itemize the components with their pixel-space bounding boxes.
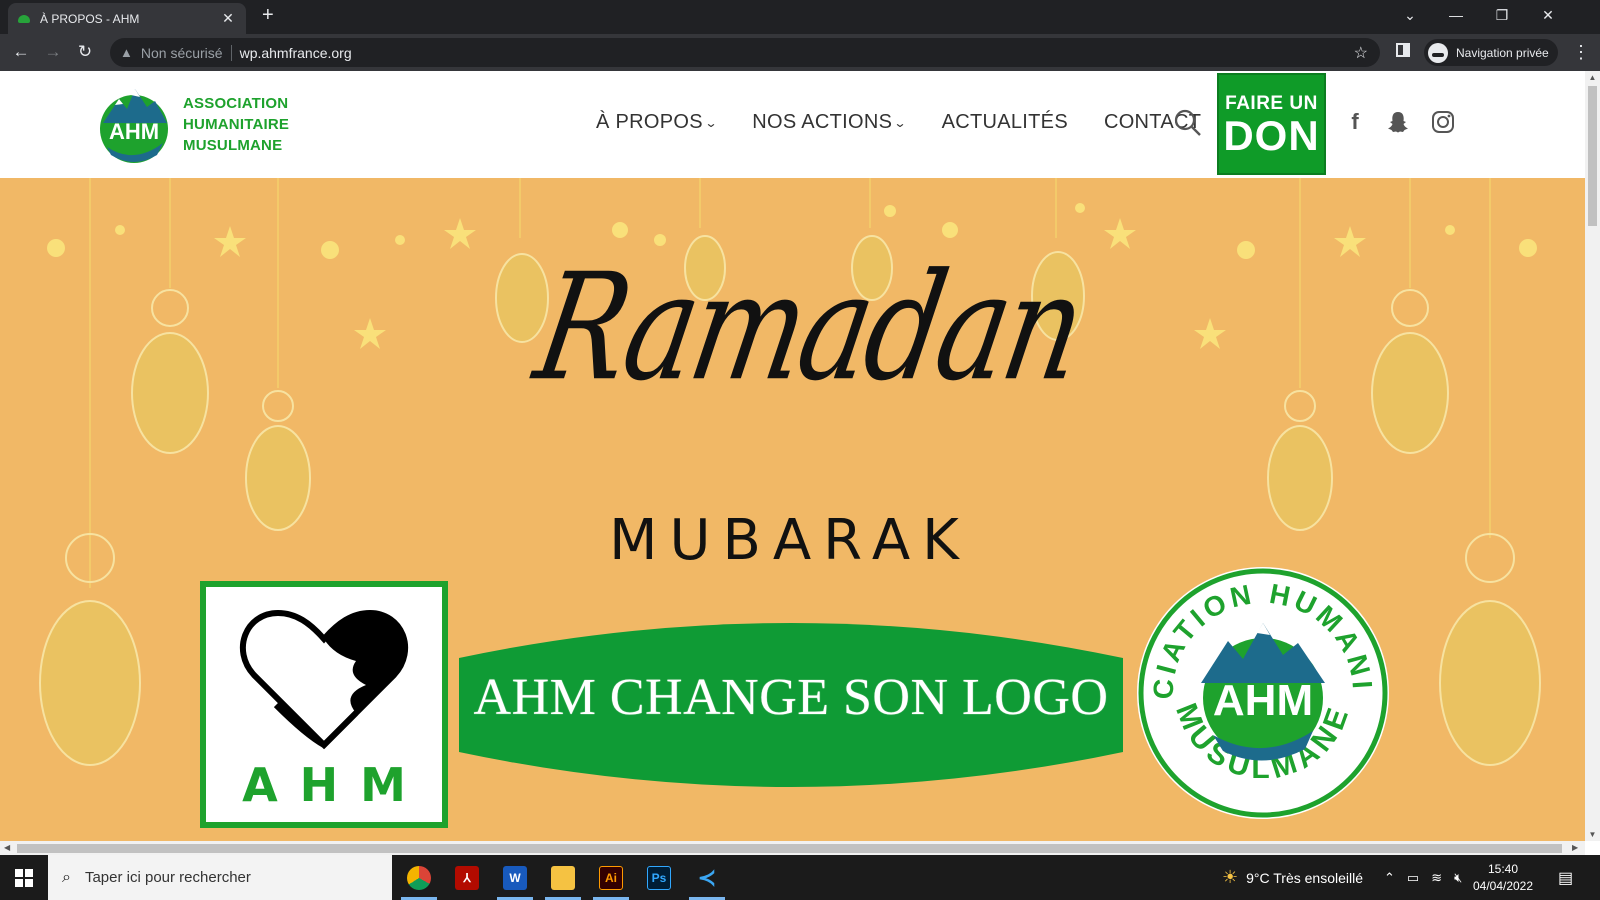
- volume-muted-icon[interactable]: 🔇︎: [1454, 870, 1462, 886]
- tab-close-icon[interactable]: ✕: [220, 10, 236, 27]
- battery-icon[interactable]: ▭: [1407, 870, 1419, 886]
- search-icon[interactable]: [1174, 109, 1202, 137]
- folder-icon: [551, 865, 575, 890]
- scroll-right-arrow-icon[interactable]: ▶: [1572, 843, 1578, 852]
- taskbar-search-placeholder: Taper ici pour rechercher: [84, 869, 251, 886]
- new-ahm-round-logo: ASSOCIATION HUMANITAIRE MUSULMANE AHM: [1133, 563, 1389, 819]
- photoshop-icon: Ps: [647, 865, 671, 890]
- mubarak-subtitle: MUBARAK: [609, 508, 971, 573]
- weather-text: 9°C Très ensoleillé: [1246, 869, 1364, 886]
- donate-line-2: DON: [1223, 112, 1320, 159]
- tray-overflow-chevron-icon[interactable]: ⌃: [1384, 870, 1395, 886]
- handshake-heart-icon: [239, 609, 409, 750]
- security-label[interactable]: Non sécurisé: [141, 45, 223, 61]
- taskbar-file-explorer[interactable]: [539, 855, 587, 900]
- nav-a-propos[interactable]: À PROPOS ⌄: [596, 111, 718, 134]
- taskbar-vscode[interactable]: ≺: [683, 855, 731, 900]
- clock-time: 15:40: [1487, 862, 1519, 876]
- site-favicon-icon: [18, 14, 30, 23]
- old-logo-text: AHM: [242, 758, 428, 812]
- clock-date: 04/04/2022: [1472, 879, 1534, 893]
- chevron-down-icon: ⌄: [704, 115, 718, 130]
- reload-button[interactable]: ↻: [73, 40, 97, 64]
- scroll-down-arrow-icon[interactable]: ▼: [1585, 830, 1600, 839]
- url-text[interactable]: wp.ahmfrance.org: [240, 45, 352, 61]
- vertical-scroll-thumb[interactable]: [1588, 86, 1597, 226]
- scroll-up-arrow-icon[interactable]: ▲: [1585, 73, 1600, 82]
- search-icon: ⌕: [62, 868, 71, 886]
- illustrator-icon: Ai: [599, 865, 623, 890]
- instagram-icon[interactable]: [1430, 109, 1456, 135]
- main-nav: À PROPOS ⌄ NOS ACTIONS ⌄ ACTUALITÉS CONT…: [596, 111, 1237, 134]
- word-icon: W: [503, 865, 527, 890]
- horizontal-scrollbar[interactable]: ◀ ▶: [0, 841, 1585, 855]
- site-header: AHM ASSOCIATION HUMANITAIRE MUSULMANE À …: [0, 71, 1585, 178]
- windows-logo-icon: [15, 868, 33, 887]
- acrobat-icon: ⅄: [455, 865, 479, 890]
- tab-title: À PROPOS - AHM: [40, 11, 140, 26]
- taskbar-illustrator[interactable]: Ai: [587, 855, 635, 900]
- windows-taskbar: ⌕ Taper ici pour rechercher ⅄ W Ai Ps ≺ …: [0, 855, 1600, 900]
- wifi-icon[interactable]: ≋: [1431, 870, 1442, 886]
- browser-menu-icon[interactable]: ⋮: [1572, 42, 1590, 63]
- omnibox-divider: [230, 44, 232, 61]
- address-bar[interactable]: ▲ Non sécurisé wp.ahmfrance.org ☆: [110, 38, 1380, 67]
- taskbar-clock[interactable]: 15:40 04/04/2022: [1470, 861, 1536, 895]
- system-tray: ⌃ ▭ ≋ 🔇︎: [1384, 855, 1462, 900]
- nav-nos-actions[interactable]: NOS ACTIONS ⌄: [752, 111, 908, 134]
- browser-tab-bar: À PROPOS - AHM ✕ + ⌄ — ❐ ✕: [0, 0, 1600, 34]
- taskbar-search-box[interactable]: ⌕ Taper ici pour rechercher: [48, 855, 392, 900]
- vertical-scrollbar[interactable]: ▲ ▼: [1585, 71, 1600, 841]
- forward-button[interactable]: →: [41, 40, 65, 64]
- logo-text: ASSOCIATION HUMANITAIRE MUSULMANE: [183, 93, 289, 156]
- vscode-icon: ≺: [697, 864, 717, 890]
- incognito-profile-button[interactable]: Navigation privée: [1424, 39, 1558, 66]
- incognito-icon: [1428, 42, 1448, 63]
- tab-search-chevron-icon[interactable]: ⌄: [1387, 0, 1433, 30]
- ramadan-script-title: Ramadan: [524, 240, 1094, 414]
- ahm-mountain-logo-icon: AHM: [100, 89, 168, 163]
- logo-line-3: MUSULMANE: [183, 137, 283, 154]
- back-button[interactable]: ←: [9, 40, 33, 64]
- profile-label: Navigation privée: [1456, 45, 1549, 60]
- minimize-button[interactable]: —: [1433, 0, 1479, 30]
- bookmark-star-icon[interactable]: ☆: [1354, 43, 1368, 63]
- side-panel-icon[interactable]: [1396, 43, 1410, 57]
- taskbar-photoshop[interactable]: Ps: [635, 855, 683, 900]
- browser-tab[interactable]: À PROPOS - AHM ✕: [8, 3, 246, 34]
- horizontal-scroll-thumb[interactable]: [17, 844, 1562, 853]
- banner-headline: AHM CHANGE SON LOGO: [473, 669, 1109, 726]
- taskbar-acrobat[interactable]: ⅄: [443, 855, 491, 900]
- new-tab-button[interactable]: +: [262, 4, 274, 27]
- nav-label: ACTUALITÉS: [941, 111, 1068, 133]
- chevron-down-icon: ⌄: [893, 115, 908, 130]
- old-ahm-logo: AHM: [200, 581, 448, 828]
- taskbar-chrome[interactable]: [395, 855, 443, 900]
- page-viewport: AHM ASSOCIATION HUMANITAIRE MUSULMANE À …: [0, 71, 1585, 841]
- windows-start-button[interactable]: [0, 855, 48, 900]
- facebook-icon[interactable]: f: [1342, 109, 1368, 135]
- warning-icon: ▲: [120, 45, 133, 60]
- snapchat-icon[interactable]: [1385, 109, 1411, 135]
- weather-widget[interactable]: ☀ 9°C Très ensoleillé: [1222, 855, 1363, 900]
- logo-line-2: HUMANITAIRE: [183, 116, 290, 133]
- logo-line-1: ASSOCIATION: [183, 95, 289, 112]
- logo-mark-text: AHM: [109, 119, 159, 144]
- chrome-icon: [407, 865, 431, 890]
- nav-actualites[interactable]: ACTUALITÉS: [942, 111, 1068, 134]
- ramadan-banner: Ramadan MUBARAK AHM AHM CHANGE SON LOGO …: [0, 178, 1585, 841]
- donate-button[interactable]: FAIRE UN DON: [1217, 73, 1326, 175]
- restore-button[interactable]: ❐: [1479, 0, 1525, 30]
- browser-toolbar: ← → ↻ ▲ Non sécurisé wp.ahmfrance.org ☆ …: [0, 34, 1600, 71]
- scroll-left-arrow-icon[interactable]: ◀: [4, 843, 10, 852]
- taskbar-word[interactable]: W: [491, 855, 539, 900]
- notifications-icon[interactable]: ▤: [1558, 855, 1573, 900]
- new-logo-center-text: AHM: [1213, 676, 1313, 725]
- nav-label: À PROPOS: [596, 111, 703, 133]
- nav-label: NOS ACTIONS: [752, 111, 893, 133]
- site-logo[interactable]: AHM ASSOCIATION HUMANITAIRE MUSULMANE: [97, 85, 297, 165]
- sun-icon: ☀: [1222, 867, 1239, 887]
- close-window-button[interactable]: ✕: [1525, 0, 1571, 30]
